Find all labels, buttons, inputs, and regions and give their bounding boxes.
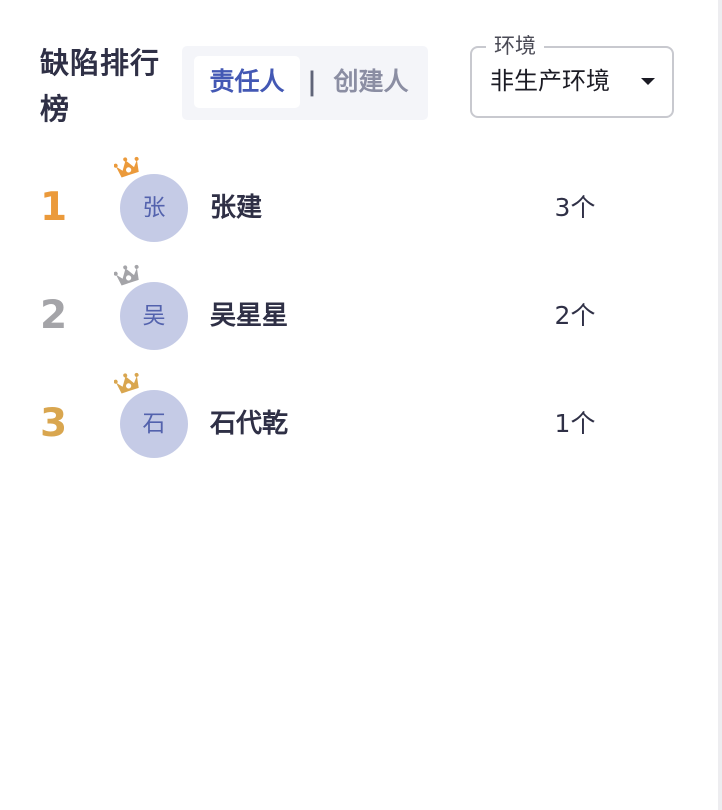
gold-crown-icon [114,156,139,178]
tab-assignee[interactable]: 责任人 [194,56,300,108]
tab-switch: 责任人 | 创建人 [182,46,428,120]
defect-count: 2个 [554,301,596,330]
avatar: 张 [120,174,188,242]
bronze-crown-icon [114,372,139,394]
silver-crown-icon [114,264,139,286]
environment-select[interactable]: 环境 非生产环境 [470,33,674,118]
ranking-row: 1 张 张建 3个 [0,156,722,250]
environment-label: 环境 [486,33,544,59]
avatar: 石 [120,390,188,458]
tab-separator: | [307,67,317,97]
defect-count: 1个 [554,409,596,438]
ranking-row: 2 吴 吴星星 2个 [0,264,722,358]
tab-creator[interactable]: 创建人 [322,56,420,108]
rank-number: 3 [40,401,68,446]
defect-count: 3个 [554,193,596,222]
page-title: 缺陷排行榜 [40,46,161,126]
caret-down-icon [641,78,655,85]
environment-value: 非生产环境 [490,67,610,95]
member-name: 吴星星 [210,301,289,331]
avatar: 吴 [120,282,188,350]
member-name: 张建 [210,193,263,223]
ranking-row: 3 石 石代乾 1个 [0,372,722,466]
member-name: 石代乾 [210,409,289,439]
rank-number: 2 [40,293,68,338]
rank-number: 1 [40,185,68,230]
